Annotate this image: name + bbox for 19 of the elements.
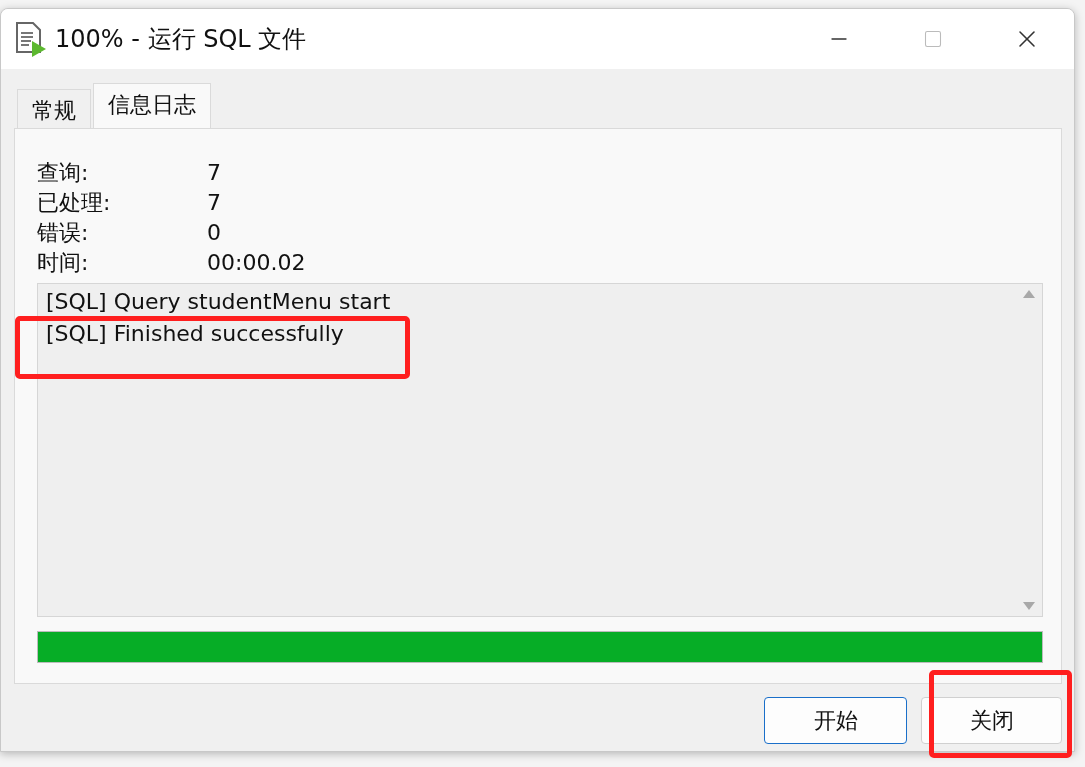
log-line: [SQL] Finished successfully bbox=[46, 321, 344, 346]
stat-label: 已处理: bbox=[37, 189, 111, 217]
window-title: 100% - 运行 SQL 文件 bbox=[55, 24, 308, 55]
stat-label: 错误: bbox=[37, 219, 89, 247]
stat-value: 00:00.02 bbox=[207, 249, 306, 277]
scroll-up-icon[interactable] bbox=[1023, 290, 1035, 298]
stat-label: 查询: bbox=[37, 159, 89, 187]
scroll-down-icon[interactable] bbox=[1023, 602, 1035, 610]
stat-value: 0 bbox=[207, 219, 221, 247]
tab[interactable]: 常规 bbox=[17, 89, 91, 128]
tab[interactable]: 信息日志 bbox=[93, 83, 211, 128]
maximize-icon[interactable] bbox=[923, 29, 943, 49]
log-line: [SQL] Query studentMenu start bbox=[46, 289, 391, 314]
document-run-icon bbox=[15, 21, 47, 57]
stat-value: 7 bbox=[207, 159, 221, 187]
stat-value: 7 bbox=[207, 189, 221, 217]
dialog-button[interactable]: 开始 bbox=[764, 697, 907, 744]
dialog-button[interactable]: 关闭 bbox=[921, 697, 1062, 744]
stat-label: 时间: bbox=[37, 249, 89, 277]
